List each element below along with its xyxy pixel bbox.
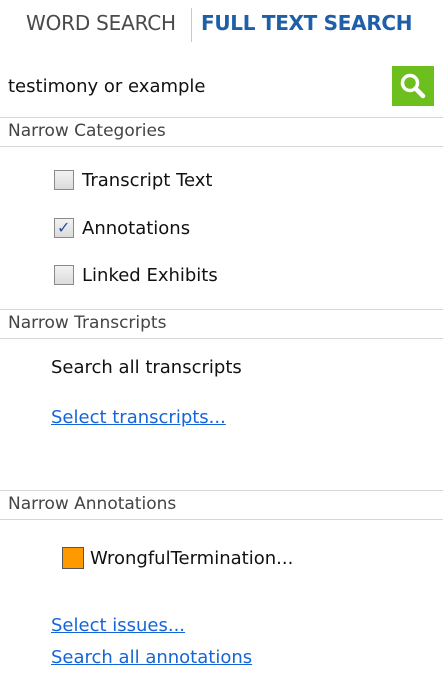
search-mode-tabs: WORD SEARCH FULL TEXT SEARCH: [0, 0, 443, 52]
checkbox-transcript-text[interactable]: [54, 170, 74, 190]
checkbox-label-annotations: Annotations: [82, 217, 191, 239]
search-input[interactable]: [8, 72, 368, 100]
section-title-categories: Narrow Categories: [8, 121, 166, 141]
checkbox-row-annotations[interactable]: ✓ Annotations: [54, 215, 190, 241]
search-bar: [0, 62, 443, 112]
checkbox-annotations[interactable]: ✓: [54, 218, 74, 238]
checkbox-label-transcript-text: Transcript Text: [82, 169, 213, 191]
checkbox-label-linked-exhibits: Linked Exhibits: [82, 264, 218, 286]
issue-color-swatch: [62, 547, 84, 569]
section-header-transcripts: Narrow Transcripts: [0, 309, 443, 339]
section-title-annotations: Narrow Annotations: [8, 494, 177, 514]
checkbox-row-transcript-text[interactable]: Transcript Text: [54, 167, 212, 193]
tab-divider: [191, 8, 192, 42]
checkmark-icon: ✓: [57, 218, 71, 237]
section-header-annotations: Narrow Annotations: [0, 490, 443, 520]
select-transcripts-link[interactable]: Select transcripts...: [51, 407, 226, 428]
tab-full-text-search[interactable]: FULL TEXT SEARCH: [201, 8, 413, 38]
select-issues-link[interactable]: Select issues...: [51, 615, 185, 636]
section-header-categories: Narrow Categories: [0, 117, 443, 147]
checkbox-row-linked-exhibits[interactable]: Linked Exhibits: [54, 262, 218, 288]
checkbox-linked-exhibits[interactable]: [54, 265, 74, 285]
issue-label: WrongfulTermination...: [90, 547, 294, 569]
magnifier-icon: [400, 73, 426, 99]
search-all-annotations-link[interactable]: Search all annotations: [51, 647, 252, 668]
search-button[interactable]: [392, 66, 434, 106]
issue-item[interactable]: WrongfulTermination...: [62, 543, 293, 573]
transcripts-scope-text: Search all transcripts: [51, 357, 242, 378]
section-title-transcripts: Narrow Transcripts: [8, 313, 167, 333]
tab-word-search[interactable]: WORD SEARCH: [26, 8, 176, 38]
